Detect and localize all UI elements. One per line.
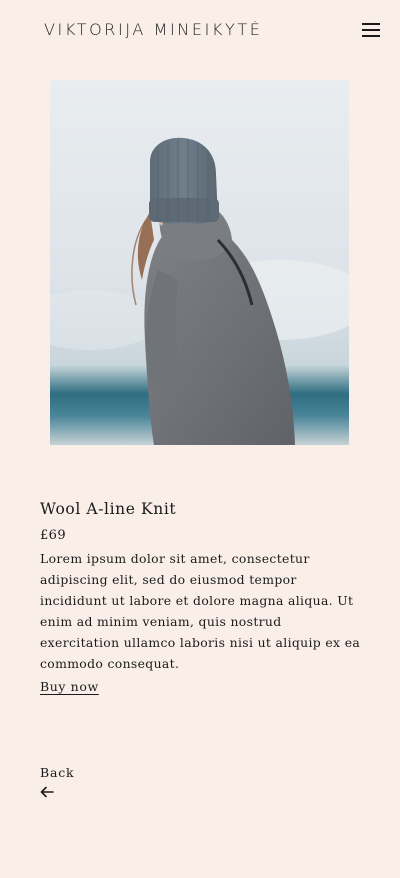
back-label: Back [40,765,75,780]
product-price: £69 [40,528,67,543]
product-description: Lorem ipsum dolor sit amet, consectetur … [40,551,361,671]
hamburger-menu-icon[interactable] [362,22,380,38]
menu-line [362,23,380,25]
product-title: Wool A-line Knit [40,500,177,518]
product-details: Wool A-line Knit £69 Lorem ipsum dolor s… [40,498,365,695]
product-image [50,80,349,445]
menu-line [362,29,380,31]
buy-now-link[interactable]: Buy now [40,679,99,694]
back-link[interactable]: Back [40,765,100,802]
arrow-left-icon [40,783,100,802]
site-header: VIKTORIJA MINEIKYTĖ [0,0,400,64]
brand-logo[interactable]: VIKTORIJA MINEIKYTĖ [44,20,262,39]
menu-line [362,35,380,37]
